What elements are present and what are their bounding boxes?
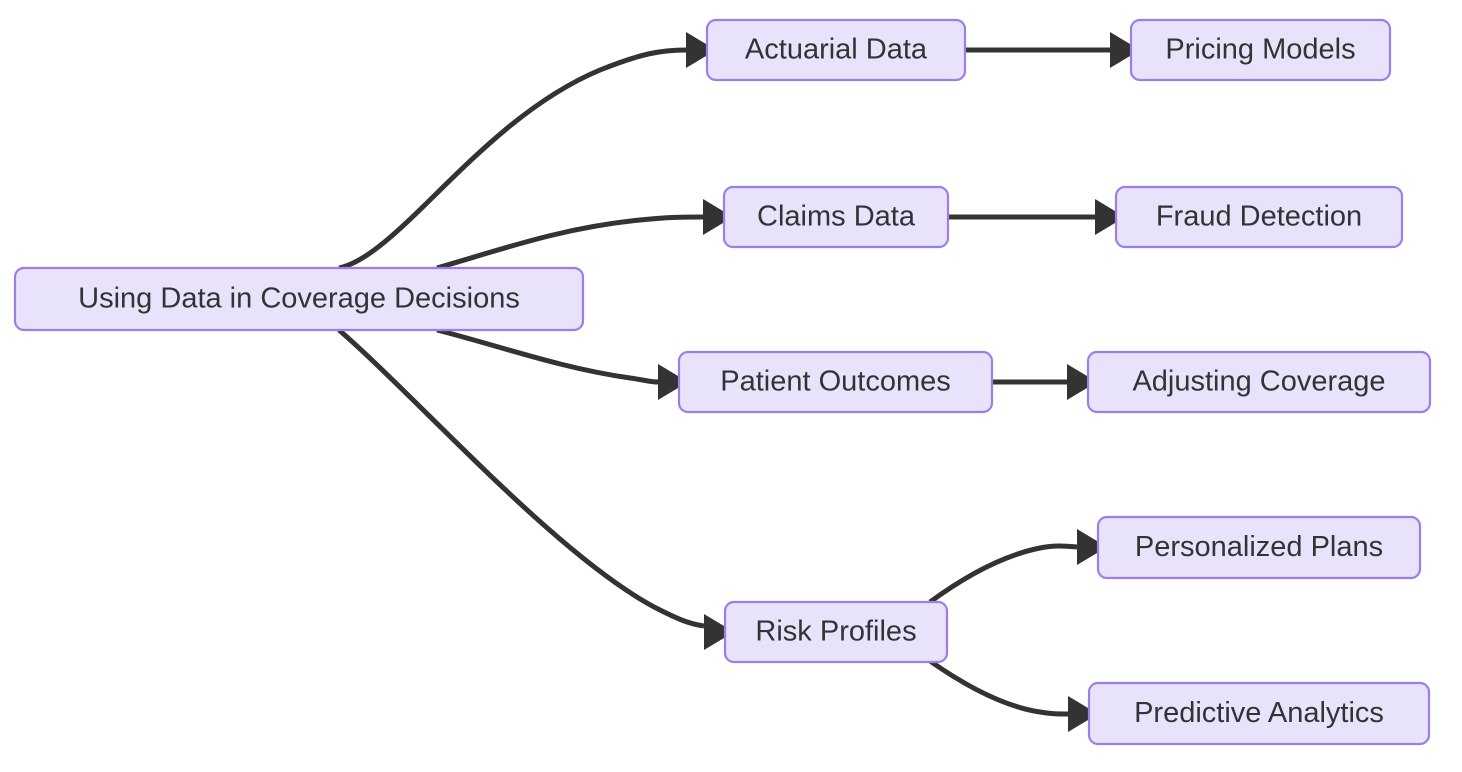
node-actuarial[interactable]: Actuarial Data bbox=[705, 18, 967, 82]
node-predictive[interactable]: Predictive Analytics bbox=[1087, 681, 1431, 746]
node-adjusting[interactable]: Adjusting Coverage bbox=[1086, 350, 1432, 414]
node-root[interactable]: Using Data in Coverage Decisions bbox=[13, 266, 585, 332]
node-claims[interactable]: Claims Data bbox=[722, 185, 950, 249]
node-risk-box[interactable] bbox=[723, 600, 949, 664]
node-root-box[interactable] bbox=[13, 266, 585, 332]
node-fraud-box[interactable] bbox=[1114, 185, 1404, 249]
node-personalized[interactable]: Personalized Plans bbox=[1096, 515, 1422, 580]
node-fraud[interactable]: Fraud Detection bbox=[1114, 185, 1404, 249]
node-actuarial-box[interactable] bbox=[705, 18, 967, 82]
node-claims-box[interactable] bbox=[722, 185, 950, 249]
flowchart-svg: Using Data in Coverage Decisions Actuaria… bbox=[13, 18, 1432, 746]
edge-risk-personalized bbox=[928, 543, 1078, 605]
node-pricing-box[interactable] bbox=[1129, 18, 1392, 82]
node-pricing[interactable]: Pricing Models bbox=[1129, 18, 1392, 82]
node-personalized-box[interactable] bbox=[1096, 515, 1422, 580]
edge-root-patient bbox=[436, 327, 659, 385]
node-patient[interactable]: Patient Outcomes bbox=[677, 350, 994, 414]
node-predictive-box[interactable] bbox=[1087, 681, 1431, 746]
node-risk[interactable]: Risk Profiles bbox=[723, 600, 949, 664]
edge-root-actuarial bbox=[338, 47, 687, 271]
edge-root-risk bbox=[337, 328, 705, 629]
edge-root-claims bbox=[436, 214, 704, 271]
node-adjusting-box[interactable] bbox=[1086, 350, 1432, 414]
edge-risk-predictive bbox=[928, 658, 1069, 717]
node-patient-box[interactable] bbox=[677, 350, 994, 414]
flowchart-canvas: Using Data in Coverage Decisions Actuaria… bbox=[0, 0, 1462, 772]
